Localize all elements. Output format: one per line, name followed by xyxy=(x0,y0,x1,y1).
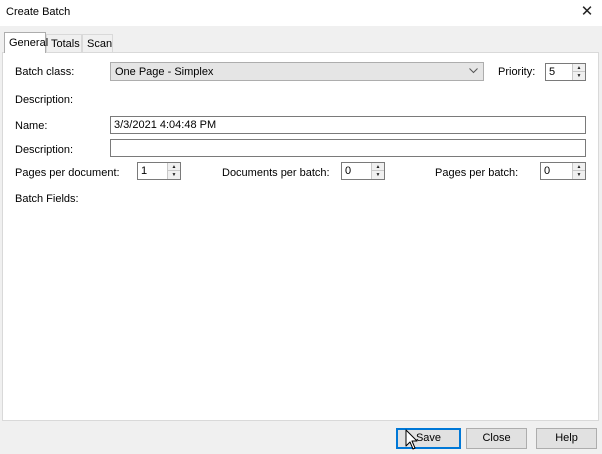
priority-stepper[interactable]: 5 ▲ ▼ xyxy=(545,63,586,81)
documents-per-batch-stepper[interactable]: 0 ▲ ▼ xyxy=(341,162,385,180)
pages-per-batch-stepper[interactable]: 0 ▲ ▼ xyxy=(540,162,586,180)
priority-value: 5 xyxy=(549,66,556,78)
pages-per-batch-label: Pages per batch: xyxy=(435,167,519,179)
name-field[interactable] xyxy=(110,116,586,134)
priority-label: Priority: xyxy=(498,66,536,78)
pages-per-batch-value: 0 xyxy=(544,165,551,177)
mouse-pointer-icon xyxy=(405,429,418,450)
pages-per-document-value: 1 xyxy=(141,165,148,177)
description-field[interactable] xyxy=(110,139,586,157)
title-bar: Create Batch ✕ xyxy=(0,0,602,26)
arrow-up-icon[interactable]: ▲ xyxy=(168,163,180,171)
batch-fields-label: Batch Fields: xyxy=(15,193,79,205)
pages-per-document-label: Pages per document: xyxy=(15,167,120,179)
documents-per-batch-value: 0 xyxy=(345,165,352,177)
batch-class-label: Batch class: xyxy=(15,66,75,78)
description-label: Description: xyxy=(15,144,74,156)
close-icon[interactable]: ✕ xyxy=(572,0,602,26)
class-description-label: Description: xyxy=(15,94,74,106)
arrow-down-icon[interactable]: ▼ xyxy=(573,72,585,80)
close-button[interactable]: Close xyxy=(466,428,527,449)
chevron-down-icon xyxy=(465,63,481,80)
arrow-up-icon[interactable]: ▲ xyxy=(573,163,585,171)
arrow-up-icon[interactable]: ▲ xyxy=(573,64,585,72)
window-title: Create Batch xyxy=(6,6,71,18)
help-button[interactable]: Help xyxy=(536,428,597,449)
tab-totals[interactable]: Totals xyxy=(46,34,82,52)
batch-class-value: One Page - Simplex xyxy=(115,66,214,78)
name-label: Name: xyxy=(15,120,48,132)
general-tab-panel xyxy=(2,52,599,421)
arrow-up-icon[interactable]: ▲ xyxy=(372,163,384,171)
documents-per-batch-label: Documents per batch: xyxy=(222,167,330,179)
tab-scan[interactable]: Scan xyxy=(82,34,113,52)
arrow-down-icon[interactable]: ▼ xyxy=(573,171,585,179)
tab-general[interactable]: General xyxy=(4,32,48,53)
arrow-down-icon[interactable]: ▼ xyxy=(168,171,180,179)
batch-class-dropdown[interactable]: One Page - Simplex xyxy=(110,62,484,81)
arrow-down-icon[interactable]: ▼ xyxy=(372,171,384,179)
pages-per-document-stepper[interactable]: 1 ▲ ▼ xyxy=(137,162,181,180)
